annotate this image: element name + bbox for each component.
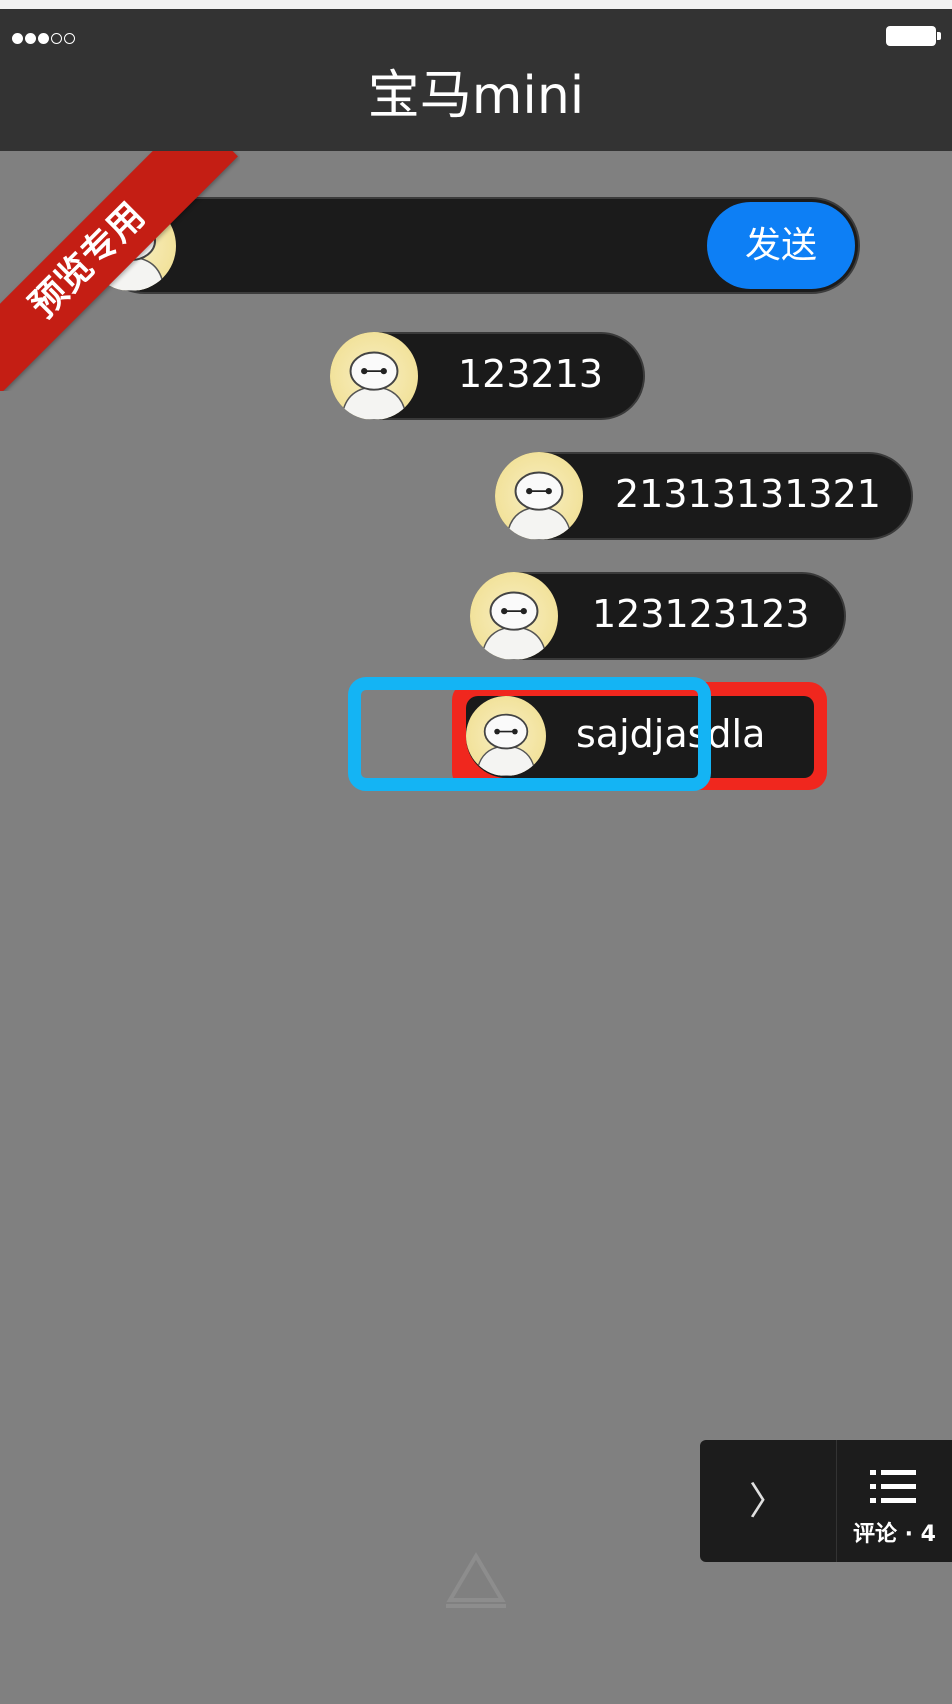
highlight-box-blue — [348, 677, 711, 791]
message-bubble[interactable]: 21313131321 — [495, 452, 913, 540]
preview-ribbon: 预览专用 — [0, 151, 240, 391]
comment-count-label[interactable]: 评论 · 4 — [837, 1516, 952, 1548]
app-header: 宝马mini — [0, 9, 952, 151]
preview-ribbon-label: 预览专用 — [0, 151, 238, 391]
list-icon[interactable] — [868, 1467, 918, 1507]
top-edge — [0, 0, 952, 9]
message-bubble[interactable]: 123123123 — [470, 572, 846, 660]
baymax-avatar-icon — [495, 452, 583, 540]
baymax-avatar-icon — [330, 332, 418, 420]
page-title: 宝马mini — [367, 66, 585, 126]
comment-bar: 〉 评论 · 4 — [700, 1440, 952, 1562]
send-button[interactable]: 发送 — [707, 202, 855, 289]
collapse-chevron-button[interactable]: 〉 — [700, 1440, 836, 1562]
message-text: 123123123 — [592, 592, 810, 636]
message-text: 21313131321 — [615, 472, 881, 516]
battery-icon — [886, 26, 941, 46]
baymax-avatar-icon — [470, 572, 558, 660]
message-text: 123213 — [458, 352, 604, 396]
watermark-logo-icon — [446, 1552, 506, 1608]
signal-strength-icon — [12, 33, 75, 44]
message-bubble[interactable]: 123213 — [330, 332, 645, 420]
